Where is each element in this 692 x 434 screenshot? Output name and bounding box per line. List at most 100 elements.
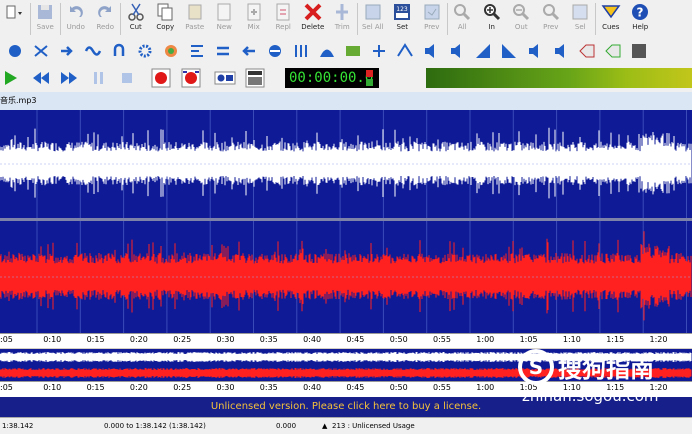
help-button-21[interactable]: ? Help <box>626 0 656 38</box>
vocal-remove-icon[interactable] <box>524 40 546 62</box>
ruler-tick-label: 1:00 <box>476 383 495 392</box>
set-button-13[interactable]: 123 Set <box>388 0 418 38</box>
ruler-tick-label: 0:30 <box>216 335 235 344</box>
in-button-16[interactable]: In <box>477 0 507 38</box>
undo-icon <box>66 2 86 22</box>
ruler-tick-label: 0:20 <box>129 335 148 344</box>
record-loop-icon[interactable] <box>180 67 202 89</box>
align-icon[interactable] <box>186 40 208 62</box>
svg-text:123: 123 <box>397 6 409 13</box>
ruler-tick-label: 1:10 <box>562 335 581 344</box>
tag-alt-icon[interactable] <box>602 40 624 62</box>
normalize-icon[interactable] <box>4 40 26 62</box>
spectrum-icon[interactable] <box>342 40 364 62</box>
toolbar-label: All <box>457 23 467 31</box>
file-menu-button-0[interactable] <box>0 0 30 38</box>
play-icon[interactable] <box>0 67 22 89</box>
undo-button-2[interactable]: Undo <box>61 0 91 38</box>
ruler-tick-label: 1:20 <box>649 383 668 392</box>
copy-button-5[interactable]: Copy <box>151 0 181 38</box>
save-button-1[interactable]: Save <box>31 0 61 38</box>
ruler-tick-label: 0:10 <box>43 335 62 344</box>
status-usage-arrow-icon: ▲ <box>322 422 328 430</box>
select-all-icon <box>363 2 383 22</box>
cues-button-20[interactable]: Cues <box>596 0 626 38</box>
trim-button-11[interactable]: Trim <box>328 0 358 38</box>
cross-fade-icon[interactable] <box>30 40 52 62</box>
ramp-down-icon[interactable] <box>498 40 520 62</box>
cues-icon <box>601 2 621 22</box>
cut-button-4[interactable]: Cut <box>121 0 151 38</box>
replace-icon <box>273 2 293 22</box>
swap-arrows-icon[interactable] <box>212 40 234 62</box>
loop-icon[interactable] <box>108 40 130 62</box>
color-wheel-icon[interactable] <box>160 40 182 62</box>
overview-ruler: :05 0:10 0:15 0:20 0:25 0:30 0:35 0:40 0:45 0:50 0… <box>0 381 692 398</box>
tag-icon[interactable] <box>576 40 598 62</box>
out-button-17[interactable]: Out <box>507 0 537 38</box>
toolbar-label: Repl <box>275 23 291 31</box>
new-button-7[interactable]: New <box>210 0 240 38</box>
mix-button-8[interactable]: Mix <box>239 0 269 38</box>
license-banner[interactable]: Unlicensed version. Please click here to… <box>0 397 692 417</box>
spike-icon[interactable] <box>394 40 416 62</box>
cut-icon <box>126 2 146 22</box>
equalizer-icon[interactable] <box>290 40 312 62</box>
prev-button-18[interactable]: Prev <box>536 0 566 38</box>
ramp-up-icon[interactable] <box>472 40 494 62</box>
sel-all-button-12[interactable]: Sel All <box>358 0 388 38</box>
delete-button-10[interactable]: Delete <box>298 0 328 38</box>
record-settings-icon[interactable] <box>214 67 236 89</box>
left-channel-waveform[interactable] <box>0 110 692 218</box>
copy-icon <box>155 2 175 22</box>
all-button-15[interactable]: All <box>448 0 478 38</box>
fast-forward-icon[interactable] <box>58 67 80 89</box>
overview-right-trace <box>0 368 692 378</box>
dome-icon[interactable] <box>316 40 338 62</box>
silence-icon[interactable] <box>550 40 572 62</box>
wave-curve-icon[interactable] <box>82 40 104 62</box>
ruler-tick-label: 1:15 <box>606 335 625 344</box>
rewind-icon[interactable] <box>30 67 52 89</box>
sel-button-19[interactable]: Sel <box>566 0 596 38</box>
paste-button-6[interactable]: Paste <box>180 0 210 38</box>
ruler-tick-label: 1:05 <box>519 335 538 344</box>
toolbar-label: Save <box>36 23 54 31</box>
level-meter <box>426 68 692 88</box>
ruler-tick-label: 0:45 <box>346 335 365 344</box>
speaker-split-icon[interactable] <box>446 40 468 62</box>
right-channel-waveform[interactable] <box>0 221 692 333</box>
trim-icon <box>332 2 352 22</box>
ruler-tick-label: 0:40 <box>303 335 322 344</box>
overview-left-trace <box>0 352 692 362</box>
arrow-left-icon[interactable] <box>238 40 260 62</box>
mix-icon <box>244 2 264 22</box>
resize-icon[interactable] <box>368 40 390 62</box>
file-tab[interactable]: 音乐.mp3 <box>0 92 692 111</box>
repl-button-9[interactable]: Repl <box>269 0 299 38</box>
noise-icon[interactable] <box>628 40 650 62</box>
toolbar-label: Sel All <box>361 23 384 31</box>
prev-button-14[interactable]: Prev <box>417 0 447 38</box>
pause-icon[interactable] <box>88 67 110 89</box>
redo-icon <box>95 2 115 22</box>
stop-icon[interactable] <box>116 67 138 89</box>
mixer-icon[interactable] <box>244 67 266 89</box>
toolbar-label: Sel <box>574 23 586 31</box>
file-name: 音乐.mp3 <box>0 96 37 105</box>
toolbar-label: Paste <box>185 23 205 31</box>
target-arrows-icon[interactable] <box>264 40 286 62</box>
record-icon[interactable] <box>150 67 172 89</box>
toolbar-label: Copy <box>156 23 175 31</box>
ruler-tick-label: 0:45 <box>346 383 365 392</box>
overview-waveform[interactable] <box>0 349 692 381</box>
redo-button-3[interactable]: Redo <box>91 0 121 38</box>
gear-icon[interactable] <box>134 40 156 62</box>
zoom-out-icon <box>511 2 531 22</box>
arrow-right-bar-icon[interactable] <box>56 40 78 62</box>
ruler-tick-label: 0:50 <box>389 335 408 344</box>
time-ruler: :05 0:10 0:15 0:20 0:25 0:30 0:35 0:40 0:45 0:50 0… <box>0 333 692 348</box>
speaker-left-icon[interactable] <box>420 40 442 62</box>
toolbar-label: Set <box>396 23 409 31</box>
toolbar-label: Undo <box>66 23 85 31</box>
